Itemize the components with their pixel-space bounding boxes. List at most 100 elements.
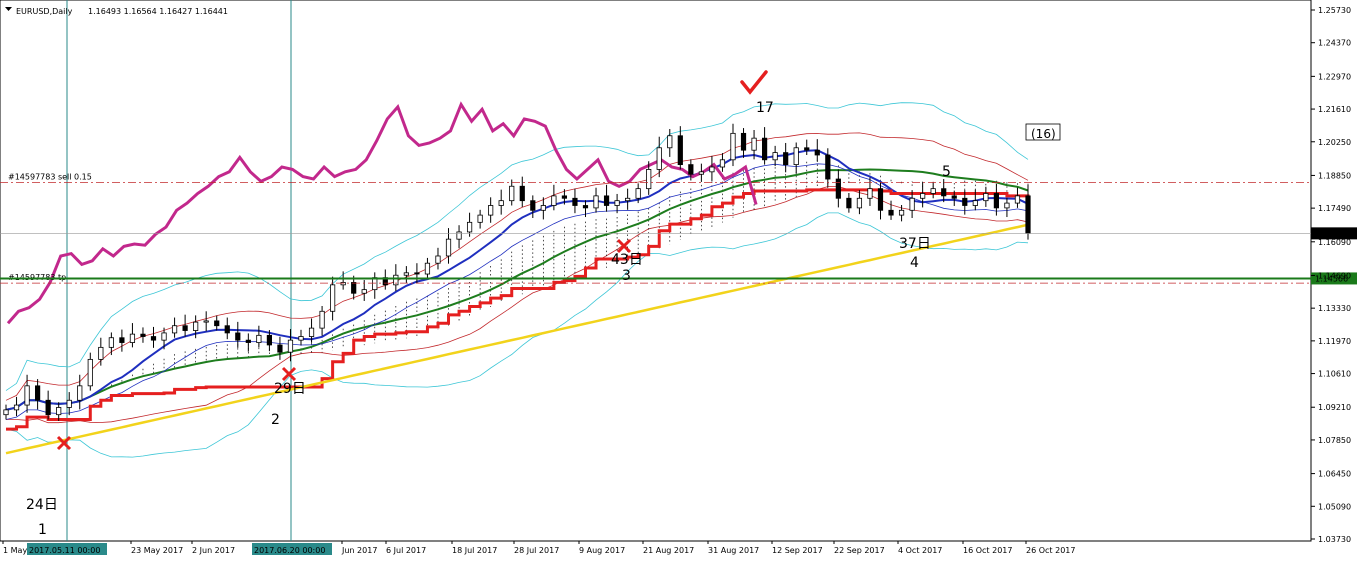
x-tick-label: 16 Oct 2017: [963, 546, 1012, 555]
candle-bear: [530, 200, 536, 211]
candle-bull: [161, 332, 167, 341]
y-tick-label: 1.10610: [1318, 370, 1351, 379]
wave-number-label: 4: [910, 255, 919, 271]
candle-bear: [814, 149, 820, 156]
x-crosshair-date-label: 2017.05.11 00:00: [29, 546, 100, 555]
x-tick-label: 9 Aug 2017: [579, 546, 625, 555]
candle-bull: [171, 325, 178, 334]
wave-number-label: 2: [271, 412, 280, 428]
candle-bear: [835, 178, 841, 199]
day-count-label: 24日: [26, 497, 58, 513]
x-tick-label: 28 Jul 2017: [514, 546, 559, 555]
candle-bull: [698, 171, 704, 175]
candle-bear: [414, 272, 420, 275]
candle-bull: [498, 200, 504, 206]
candle-bear: [761, 137, 768, 161]
candle-bull: [751, 137, 757, 151]
candle-bull: [87, 358, 93, 387]
candle-bear: [740, 132, 747, 151]
candle-bear: [45, 399, 51, 416]
candle-bull: [466, 221, 473, 233]
y-tick-label: 1.22970: [1318, 72, 1351, 81]
candle-bear: [245, 339, 251, 343]
x-tick-label: 18 Jul 2017: [452, 546, 497, 555]
candle-bull: [298, 336, 304, 341]
candle-bull: [203, 320, 209, 323]
candle-bull: [920, 193, 926, 199]
chart-title-ohlc: 1.16493 1.16564 1.16427 1.16441: [88, 7, 228, 16]
candle-bull: [656, 147, 662, 170]
candle-bull: [56, 407, 62, 416]
x-tick-label: 4 Oct 2017: [898, 546, 942, 555]
candle-bear: [888, 209, 894, 216]
candle-bear: [519, 185, 525, 202]
candle-bear: [277, 344, 283, 353]
candle-bear: [35, 385, 41, 401]
candle-bull: [983, 193, 989, 202]
candle-bull: [551, 195, 557, 206]
candle-bull: [477, 214, 483, 223]
candle-bear: [962, 197, 968, 206]
candle-bull: [625, 197, 631, 202]
y-tick-label: 1.24370: [1318, 39, 1351, 48]
candle-bull: [287, 339, 294, 353]
chart-title-symbol: EURUSD,Daily: [16, 7, 73, 16]
candle-bear: [572, 197, 578, 206]
candle-bull: [435, 255, 441, 264]
candle-bull: [13, 404, 20, 411]
candle-bear: [351, 282, 357, 294]
candle-bull: [488, 205, 494, 216]
y-tick-label: 1.20250: [1318, 138, 1351, 147]
x-tick-label: 12 Sep 2017: [772, 546, 823, 555]
candle-bear: [877, 188, 884, 211]
candle-bear: [688, 164, 694, 175]
candle-bull: [98, 346, 104, 360]
x-crosshair-date-label: 2017.06.20 00:00: [254, 546, 325, 555]
wave-number-label: 1: [38, 522, 47, 538]
y-tick-label: 1.03730: [1318, 535, 1351, 544]
candle-bear: [235, 332, 241, 341]
y-tick-label: 1.07850: [1318, 436, 1351, 445]
candle-bull: [1014, 195, 1021, 204]
x-tick-label: 26 Oct 2017: [1026, 546, 1075, 555]
candle-bear: [951, 195, 957, 199]
candle-bull: [667, 135, 673, 149]
chart-window: #14597783 sell 0.15#14597783 tp1.145661.…: [0, 0, 1358, 562]
candle-bear: [266, 334, 273, 346]
candle-bull: [730, 132, 736, 161]
wave-count-label: (16): [1031, 127, 1056, 141]
day-count-label: 37日: [899, 236, 931, 252]
candle-bear: [783, 152, 789, 166]
y-tick-label: 1.16090: [1318, 238, 1351, 247]
y-tick-label: 1.25730: [1318, 6, 1351, 15]
candle-bull: [930, 188, 936, 194]
candle-bear: [825, 154, 831, 180]
candle-bear: [941, 188, 947, 197]
y-tick-label: 1.09210: [1318, 403, 1351, 412]
wave-number-label: 3: [622, 268, 631, 284]
candle-bear: [582, 205, 589, 209]
candle-bear: [214, 320, 220, 327]
price-chart[interactable]: #14597783 sell 0.15#14597783 tp1.145661.…: [0, 0, 1358, 562]
y-tick-label: 1.13330: [1318, 304, 1351, 313]
wave-number-label: 17: [756, 100, 774, 116]
candle-bull: [593, 195, 599, 209]
candle-bear: [182, 325, 188, 331]
candle-bull: [319, 310, 325, 329]
candle-bull: [635, 188, 641, 199]
candle-bull: [719, 159, 726, 168]
chart-background: [0, 0, 1358, 562]
x-tick-label: 31 Aug 2017: [708, 546, 759, 555]
x-tick-label: 21 Aug 2017: [643, 546, 694, 555]
candle-bull: [456, 231, 462, 240]
y-tick-label: 1.11970: [1318, 337, 1351, 346]
candle-bull: [3, 409, 9, 416]
candle-bear: [993, 193, 999, 209]
candle-bull: [793, 147, 799, 166]
wave-number-label: 5: [942, 164, 951, 180]
candle-bull: [24, 385, 30, 406]
candle-bull: [1004, 202, 1010, 209]
candle-bull: [856, 197, 863, 209]
x-tick-label: 6 Jul 2017: [386, 546, 426, 555]
candle-bull: [972, 200, 978, 206]
